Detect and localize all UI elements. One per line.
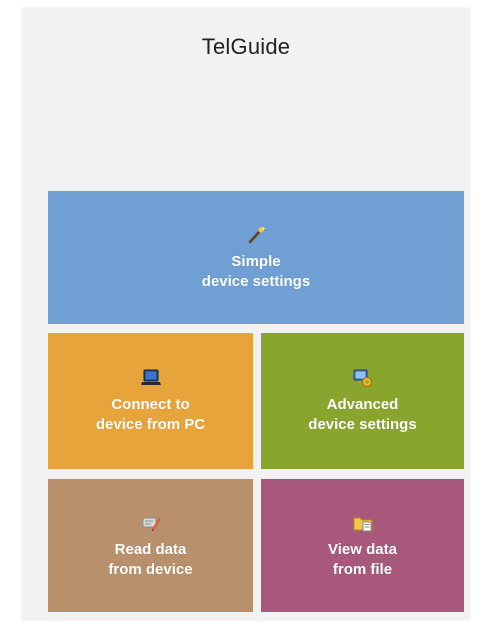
tile-label: View data from file xyxy=(328,540,397,580)
tile-label: Simple device settings xyxy=(202,252,310,292)
tile-label-line1: Connect to xyxy=(111,396,190,413)
gear-settings-icon xyxy=(353,369,372,387)
pencil-icon xyxy=(142,517,161,531)
simple-device-settings-button[interactable]: Simple device settings xyxy=(48,191,464,324)
app-title: TelGuide xyxy=(201,34,291,59)
laptop-icon xyxy=(140,369,161,385)
tile-label: Connect to device from PC xyxy=(96,395,205,435)
tile-label-line2: from device xyxy=(108,560,193,578)
tile-label-line1: Simple xyxy=(231,252,281,270)
telguide-window: TelGuide Simple device settings Connect … xyxy=(22,8,470,620)
connect-device-button[interactable]: Connect to device from PC xyxy=(48,333,253,469)
tile-label: Advanced device settings xyxy=(308,395,416,435)
view-data-button[interactable]: View data from file xyxy=(261,479,464,612)
tile-label-line2: from file xyxy=(332,560,393,578)
advanced-device-settings-button[interactable]: Advanced device settings xyxy=(261,333,464,469)
read-data-button[interactable]: Read data from device xyxy=(48,479,253,612)
tile-label-line2: device settings xyxy=(308,416,417,433)
tile-label-line2: device settings xyxy=(201,272,311,290)
tile-label-line2: device from PC xyxy=(95,416,206,433)
tile-label-line1: Advanced xyxy=(326,396,399,413)
folder-icon xyxy=(353,517,372,531)
tile-label: Read data from device xyxy=(108,540,192,580)
tile-label-line1: View data xyxy=(328,540,397,558)
wand-icon xyxy=(248,225,266,243)
tile-label-line1: Read data xyxy=(114,540,187,558)
